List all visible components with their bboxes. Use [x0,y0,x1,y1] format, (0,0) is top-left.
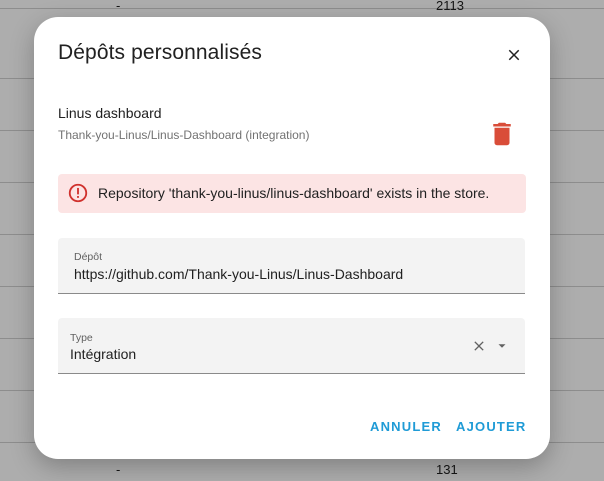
repository-name: Linus dashboard [58,105,162,121]
alert-circle-icon [68,183,88,203]
dialog-title: Dépôts personnalisés [58,41,262,64]
type-dropdown-button[interactable] [494,338,510,354]
repository-url-label: Dépôt [74,251,103,263]
type-select[interactable]: Type Intégration [58,318,525,374]
error-alert: Repository 'thank-you-linus/linus-dashbo… [58,174,526,213]
clear-type-button[interactable] [470,337,488,355]
type-label: Type [70,332,93,344]
close-icon [474,341,484,351]
repository-subtitle: Thank-you-Linus/Linus-Dashboard (integra… [58,128,310,142]
trash-icon [493,122,511,146]
caret-down-icon [498,344,506,348]
cancel-button[interactable]: ANNULER [370,419,442,434]
alert-message: Repository 'thank-you-linus/linus-dashbo… [98,185,490,201]
repository-url-input[interactable]: https://github.com/Thank-you-Linus/Linus… [74,266,403,282]
custom-repositories-dialog: Dépôts personnalisés Linus dashboard Tha… [34,17,550,459]
delete-repository-button[interactable] [484,116,520,152]
repository-url-field[interactable]: Dépôt https://github.com/Thank-you-Linus… [58,238,525,294]
type-value: Intégration [70,346,137,362]
add-button[interactable]: AJOUTER [456,419,527,434]
close-button[interactable] [498,39,530,71]
close-icon [508,49,520,61]
